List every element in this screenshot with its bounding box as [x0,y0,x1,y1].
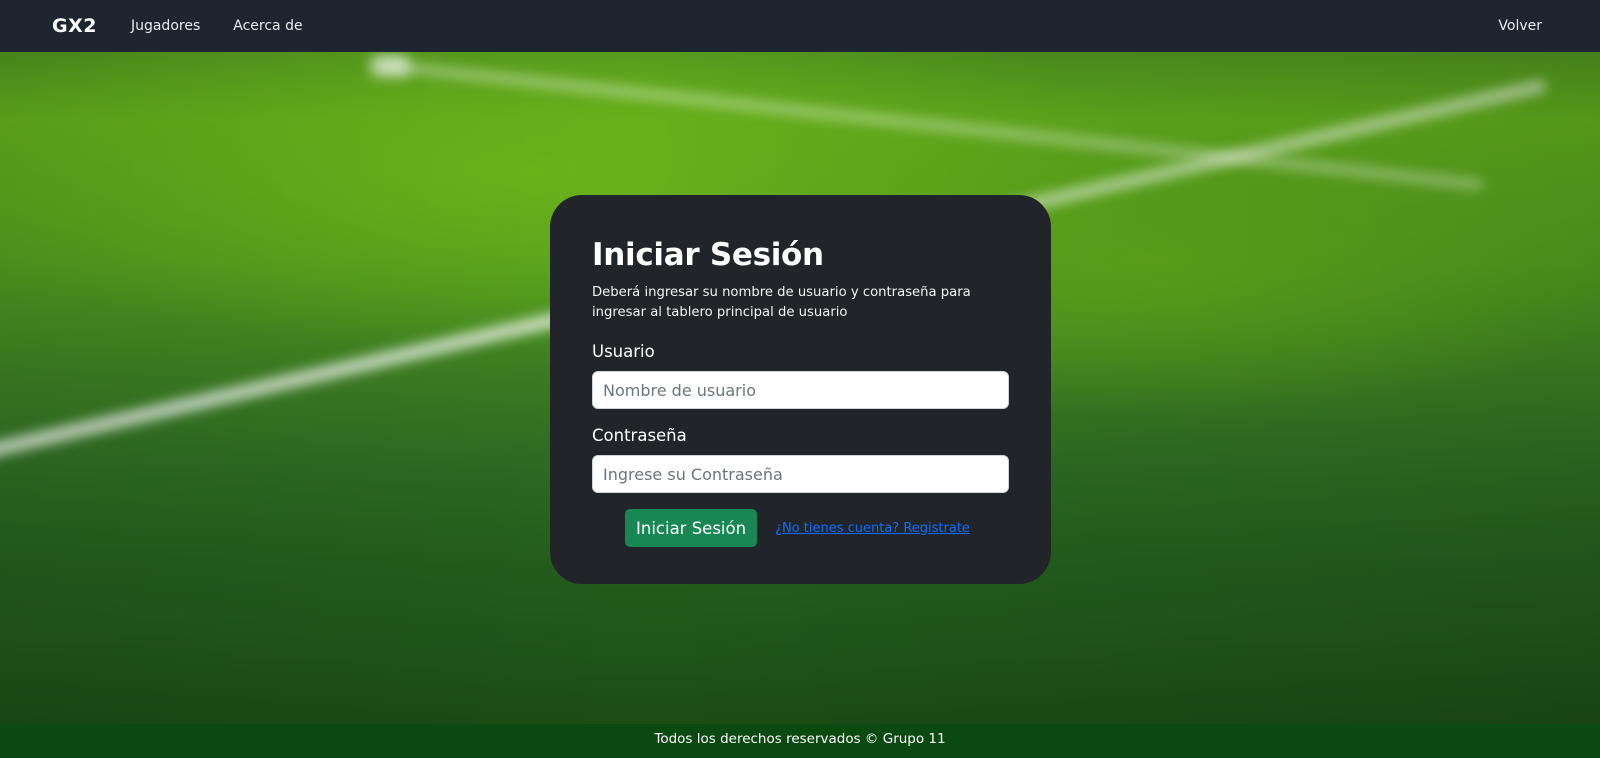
back-link[interactable]: Volver [1498,18,1542,34]
footer-copyright: Todos los derechos reservados © Grupo 11 [654,730,946,747]
nav-link-acerca-de[interactable]: Acerca de [233,18,302,34]
page-footer: Todos los derechos reservados © Grupo 11 [0,724,1600,758]
password-label: Contraseña [592,426,687,445]
nav-link-jugadores[interactable]: Jugadores [131,18,200,34]
username-input[interactable] [592,371,1009,409]
login-description: Deberá ingresar su nombre de usuario y c… [592,285,971,320]
username-label: Usuario [592,342,655,361]
register-link[interactable]: ¿No tienes cuenta? Registrate [775,521,970,536]
login-title: Iniciar Sesión [592,237,824,273]
login-card: Iniciar Sesión Deberá ingresar su nombre… [550,195,1051,584]
password-input[interactable] [592,455,1009,493]
login-actions: Iniciar Sesión ¿No tienes cuenta? Regist… [592,509,1009,547]
login-button[interactable]: Iniciar Sesión [625,509,758,547]
brand-logo[interactable]: GX2 [52,15,97,37]
top-navbar: GX2 Jugadores Acerca de Volver [0,0,1600,52]
